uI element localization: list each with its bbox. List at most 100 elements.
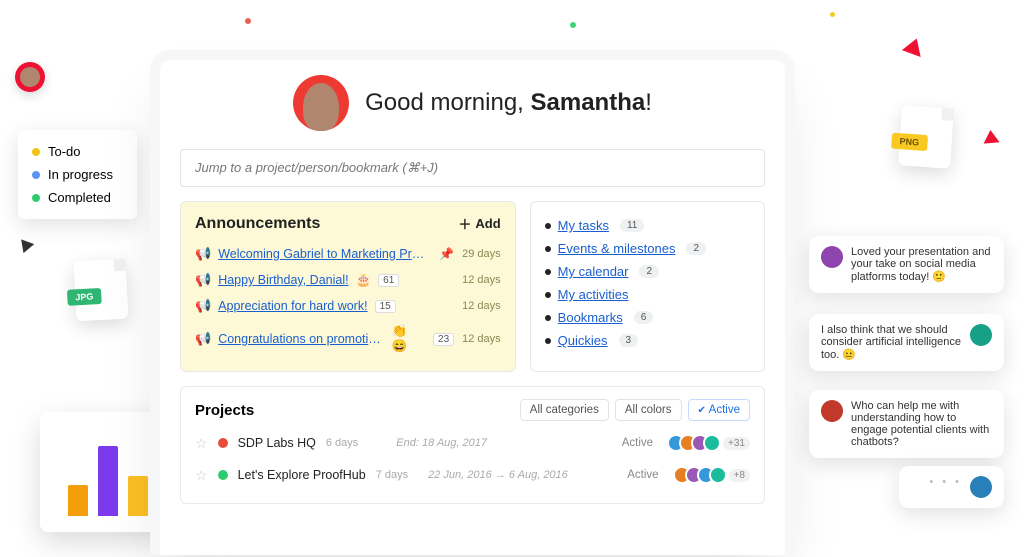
chart-bar [128, 476, 148, 516]
megaphone-icon: 📢 [195, 298, 211, 314]
chart-bar [68, 485, 88, 516]
page-greeting: Good morning, Samantha! [365, 89, 652, 117]
announcement-age: 12 days [462, 274, 501, 286]
typing-indicator-icon: • • • [929, 476, 962, 488]
avatar [821, 246, 843, 268]
confetti-dot [245, 18, 251, 24]
chat-text: Who can help me with understanding how t… [851, 400, 992, 448]
bullet-icon [545, 223, 551, 229]
project-dates: 22 Jun, 2016 → 6 Aug, 2016 [428, 469, 568, 481]
quicklink-item[interactable]: My calendar 2 [545, 260, 750, 283]
search-input[interactable]: Jump to a project/person/bookmark (⌘+J) [180, 149, 765, 187]
cursor-arrow-icon [982, 129, 999, 143]
project-age: 7 days [376, 469, 408, 481]
chat-text: I also think that we should consider art… [821, 324, 962, 361]
count-badge: 2 [686, 242, 706, 255]
user-avatar[interactable] [293, 75, 349, 131]
announcement-item[interactable]: 📢 Appreciation for hard work! 15 12 days [195, 293, 501, 319]
quicklink-item[interactable]: Events & milestones 2 [545, 237, 750, 260]
bullet-icon [545, 315, 551, 321]
star-icon[interactable]: ☆ [195, 435, 208, 452]
avatar [970, 476, 992, 498]
quicklink[interactable]: My activities [558, 287, 629, 302]
count-badge: 6 [634, 311, 654, 324]
megaphone-icon: 📢 [195, 272, 211, 288]
cursor-arrow-icon [16, 235, 34, 253]
count-badge: 2 [639, 265, 659, 278]
projects-title: Projects [195, 402, 254, 419]
quicklink-item[interactable]: Quickies 3 [545, 329, 750, 352]
project-status: Active [627, 469, 658, 481]
quicklink[interactable]: Quickies [558, 333, 608, 348]
announcement-age: 12 days [462, 333, 501, 345]
project-row[interactable]: ☆ Let's Explore ProofHub 7 days 22 Jun, … [195, 459, 750, 491]
chat-bubble: I also think that we should consider art… [809, 314, 1004, 371]
status-dot-todo [32, 148, 40, 156]
chat-text: Loved your presentation and your take on… [851, 246, 992, 283]
cursor-arrow-icon [902, 35, 926, 57]
avatar [15, 62, 45, 92]
filter-categories[interactable]: All categories [520, 399, 609, 421]
status-legend: To-do In progress Completed [18, 130, 137, 219]
count-badge: 15 [375, 300, 396, 313]
file-badge: JPG [67, 288, 102, 306]
announcements-title: Announcements [195, 215, 320, 233]
chart-bar [98, 446, 118, 516]
file-thumb-jpg: JPG [73, 259, 128, 322]
announcements-panel: Announcements ＋Add 📢 Welcoming Gabriel to… [180, 201, 516, 372]
megaphone-icon: 📢 [195, 246, 211, 262]
projects-panel: Projects All categories All colors Activ… [180, 386, 765, 504]
megaphone-icon: 📢 [195, 331, 211, 347]
quicklink-item[interactable]: My tasks 11 [545, 214, 750, 237]
project-color-dot [218, 470, 228, 480]
announcement-item[interactable]: 📢 Welcoming Gabriel to Marketing Preacher… [195, 241, 501, 267]
project-members[interactable]: +31 [673, 434, 750, 452]
announcement-item[interactable]: 📢Congratulations on promotion! 👏 😄 23 12… [195, 319, 501, 359]
count-badge: 11 [620, 219, 644, 232]
filter-active[interactable]: Active [688, 399, 751, 421]
project-age: 6 days [326, 437, 358, 449]
quicklink-item[interactable]: My activities [545, 283, 750, 306]
status-dot-completed [32, 194, 40, 202]
filter-colors[interactable]: All colors [615, 399, 682, 421]
project-color-dot [218, 438, 228, 448]
status-dot-progress [32, 171, 40, 179]
quicklink[interactable]: My tasks [558, 218, 609, 233]
bullet-icon [545, 269, 551, 275]
quicklink-item[interactable]: Bookmarks 6 [545, 306, 750, 329]
project-status: Active [622, 437, 653, 449]
project-row[interactable]: ☆ SDP Labs HQ 6 days End: 18 Aug, 2017 A… [195, 427, 750, 459]
count-badge: 61 [378, 274, 399, 287]
project-dates: End: 18 Aug, 2017 [396, 437, 487, 449]
announcement-link[interactable]: Congratulations on promotion! [218, 332, 384, 346]
announcement-link[interactable]: Happy Birthday, Danial! [218, 273, 348, 287]
file-badge: PNG [891, 133, 928, 151]
avatar [821, 400, 843, 422]
project-name[interactable]: SDP Labs HQ [238, 436, 316, 450]
announcement-link[interactable]: Welcoming Gabriel to Marketing Preachers… [218, 247, 428, 261]
star-icon[interactable]: ☆ [195, 467, 208, 484]
announcement-age: 29 days [462, 248, 501, 260]
confetti-dot [830, 12, 835, 17]
count-badge: 23 [433, 333, 454, 346]
bullet-icon [545, 292, 551, 298]
add-announcement-button[interactable]: ＋Add [458, 214, 500, 233]
count-badge: 3 [619, 334, 639, 347]
quicklink[interactable]: Events & milestones [558, 241, 676, 256]
announcement-link[interactable]: Appreciation for hard work! [218, 299, 367, 313]
project-name[interactable]: Let's Explore ProofHub [238, 468, 366, 482]
avatar [970, 324, 992, 346]
legend-label: In progress [48, 167, 113, 182]
legend-label: Completed [48, 190, 111, 205]
confetti-dot [570, 22, 576, 28]
project-members[interactable]: +8 [679, 466, 750, 484]
legend-label: To-do [48, 144, 81, 159]
plus-icon: ＋ [458, 214, 471, 233]
app-window: Good morning, Samantha! Jump to a projec… [150, 50, 795, 555]
file-thumb-png: PNG [898, 105, 954, 168]
announcement-item[interactable]: 📢Happy Birthday, Danial! 🎂 61 12 days [195, 267, 501, 293]
announcement-age: 12 days [462, 300, 501, 312]
quicklink[interactable]: My calendar [558, 264, 629, 279]
chat-bubble: Who can help me with understanding how t… [809, 390, 1004, 458]
quicklink[interactable]: Bookmarks [558, 310, 623, 325]
